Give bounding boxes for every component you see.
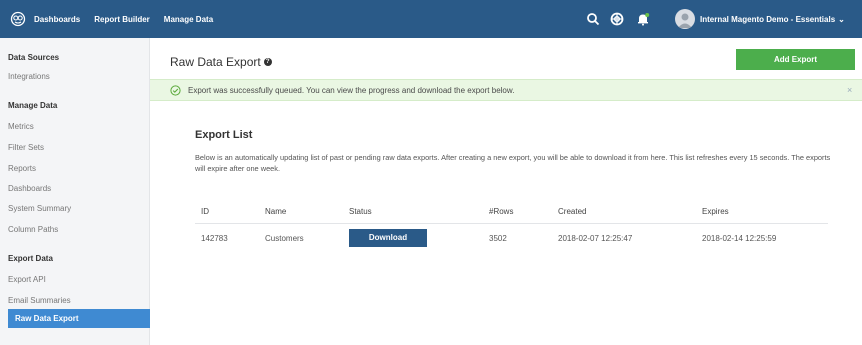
cell-expires: 2018-02-14 12:25:59 [702, 233, 777, 243]
help-icon[interactable]: ? [263, 58, 272, 66]
download-button[interactable]: Download [349, 229, 427, 248]
page-title: Raw Data Export ? [170, 55, 272, 69]
sidebar-item-label: Raw Data Export [15, 314, 79, 323]
alert-message: Export was successfully queued. You can … [188, 86, 515, 95]
success-alert: Export was successfully queued. You can … [150, 79, 862, 101]
sidebar-heading-export-data: Export Data [8, 254, 53, 263]
sidebar-item-dashboards[interactable]: Dashboards [8, 184, 51, 193]
sidebar-item-export-api[interactable]: Export API [8, 275, 46, 284]
avatar[interactable] [675, 9, 695, 29]
notification-icon[interactable] [636, 12, 650, 26]
add-export-button[interactable]: Add Export [736, 49, 855, 70]
sidebar-item-email-summaries[interactable]: Email Summaries [8, 296, 71, 305]
nav-report-builder[interactable]: Report Builder [94, 15, 150, 24]
search-icon[interactable] [586, 12, 600, 26]
sidebar-item-integrations[interactable]: Integrations [8, 72, 50, 81]
top-navigation-bar: Dashboards Report Builder Manage Data In… [0, 0, 862, 38]
user-avatar-icon [678, 13, 692, 28]
main-nav: Dashboards Report Builder Manage Data [34, 0, 227, 38]
close-icon[interactable]: × [847, 80, 852, 101]
cell-name: Customers [265, 233, 304, 243]
cell-rows: 3502 [489, 233, 507, 243]
sidebar-item-reports[interactable]: Reports [8, 164, 36, 173]
column-header-expires: Expires [696, 201, 828, 224]
account-label: Internal Magento Demo - Essentials [700, 14, 836, 24]
sidebar-item-system-summary[interactable]: System Summary [8, 204, 71, 213]
column-header-created: Created [552, 201, 696, 224]
check-circle-icon [170, 85, 181, 96]
cell-id: 142783 [201, 233, 228, 243]
table-row: 142783 Customers Download 3502 2018-02-0… [195, 223, 828, 253]
export-table: ID Name Status #Rows Created Expires 142… [195, 201, 828, 253]
account-menu[interactable]: Internal Magento Demo - Essentials ⌄ [700, 0, 845, 38]
sidebar-item-filter-sets[interactable]: Filter Sets [8, 143, 44, 152]
logo-icon[interactable] [10, 11, 26, 27]
cell-created: 2018-02-07 12:25:47 [558, 233, 633, 243]
sidebar-heading-manage-data: Manage Data [8, 101, 58, 110]
nav-dashboards[interactable]: Dashboards [34, 15, 80, 24]
sidebar-item-metrics[interactable]: Metrics [8, 122, 34, 131]
column-header-name: Name [259, 201, 343, 224]
column-header-status: Status [343, 201, 483, 224]
sidebar: Data Sources Integrations Manage Data Me… [0, 38, 150, 345]
cell-status: Download [343, 223, 483, 253]
export-list-description: Below is an automatically updating list … [195, 153, 831, 173]
sidebar-heading-data-sources: Data Sources [8, 53, 60, 62]
column-header-id: ID [195, 201, 259, 224]
sidebar-item-column-paths[interactable]: Column Paths [8, 225, 58, 234]
column-header-rows: #Rows [483, 201, 552, 224]
table-header-row: ID Name Status #Rows Created Expires [195, 201, 828, 224]
main-content: Raw Data Export ? Add Export Export was … [150, 38, 862, 345]
support-icon[interactable] [610, 12, 624, 26]
export-list-title: Export List [195, 129, 253, 141]
chevron-down-icon: ⌄ [838, 14, 845, 24]
sidebar-item-raw-data-export[interactable]: Raw Data Export [8, 309, 150, 328]
nav-manage-data[interactable]: Manage Data [164, 15, 213, 24]
page-title-text: Raw Data Export [170, 55, 261, 69]
